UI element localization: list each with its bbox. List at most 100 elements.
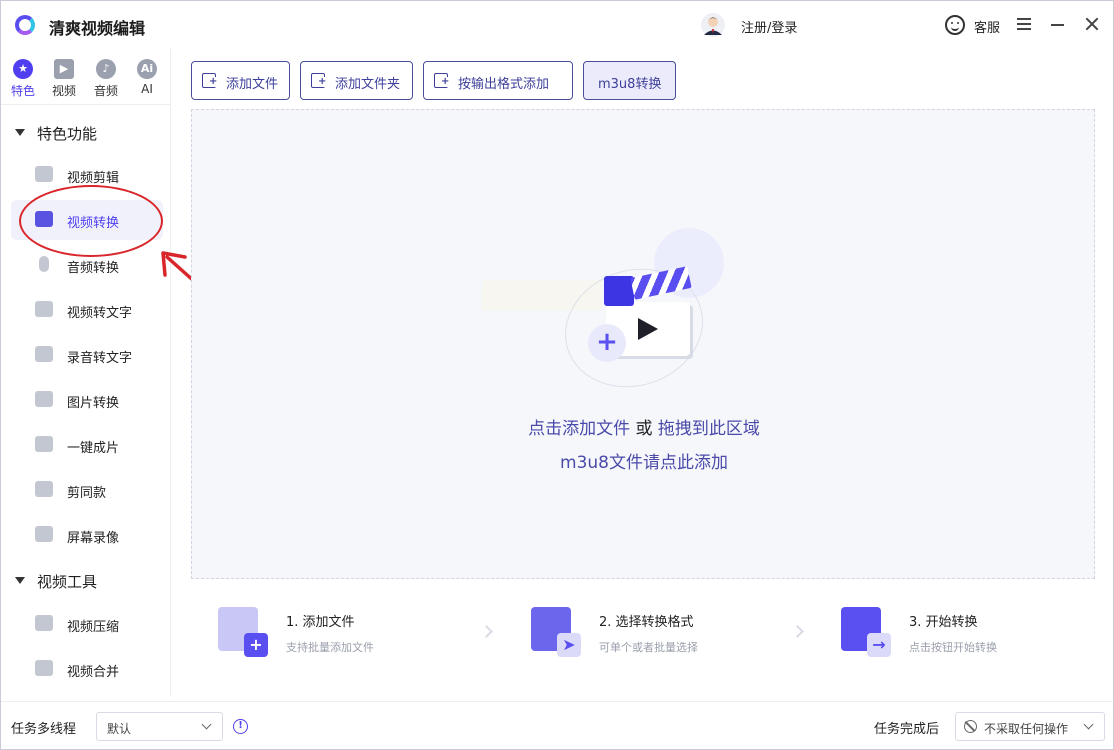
tab-video-label: 视频	[51, 84, 76, 98]
arrow-badge-icon: →	[867, 633, 891, 657]
sidebar-item-label: 剪同款	[67, 486, 107, 501]
video-to-text-icon	[35, 301, 53, 317]
sidebar-item-audio-to-text[interactable]: 录音转文字	[11, 335, 163, 375]
sidebar-item-video-compress[interactable]: 视频压缩	[11, 604, 163, 644]
step-title: 1. 添加文件	[286, 615, 355, 630]
star-icon: ★	[13, 59, 33, 79]
login-register-link[interactable]: 注册/登录	[741, 17, 797, 36]
sidebar: ★ 特色 ▶ 视频 ♪ 音频 Ai AI 特色功能 视频剪辑 视频转换 音频转换…	[1, 49, 171, 697]
customer-service-icon[interactable]	[945, 15, 965, 35]
m3u8-convert-label: m3u8转换	[598, 77, 662, 92]
sidebar-item-label: 一键成片	[67, 441, 120, 456]
multithread-value: 默认	[107, 722, 132, 736]
drag-here-text: 拖拽到此区域	[657, 419, 760, 439]
sidebar-item-label: 屏幕录像	[67, 531, 120, 546]
add-file-label: 添加文件	[226, 77, 279, 92]
or-text: 或	[635, 419, 653, 439]
close-icon[interactable]	[1085, 17, 1099, 31]
clapperboard-block	[604, 276, 634, 306]
dropzone-hint: 点击添加文件 或 拖拽到此区域	[192, 414, 1096, 439]
step-add-file: + 1. 添加文件 支持批量添加文件	[218, 605, 458, 665]
tab-featured-label: 特色	[10, 84, 35, 98]
step-chevron-icon	[480, 625, 493, 638]
sidebar-item-screen-record[interactable]: 屏幕录像	[11, 515, 163, 555]
section-featured-title: 特色功能	[37, 125, 98, 143]
add-file-icon	[202, 73, 218, 88]
step-desc: 支持批量添加文件	[286, 641, 374, 654]
step-start-convert: → 3. 开始转换 点击按钮开始转换	[841, 605, 1081, 665]
image-convert-icon	[35, 391, 53, 407]
sidebar-item-image-convert[interactable]: 图片转换	[11, 380, 163, 420]
after-complete-label: 任务完成后	[874, 722, 940, 737]
step-title: 2. 选择转换格式	[599, 615, 694, 630]
screen-record-icon	[35, 526, 53, 542]
sidebar-item-video-merge[interactable]: 视频合并	[11, 649, 163, 689]
m3u8-add-link[interactable]: m3u8文件请点此添加	[192, 448, 1096, 473]
one-click-video-icon	[35, 436, 53, 452]
ai-icon: Ai	[137, 59, 157, 79]
minimize-icon[interactable]	[1051, 24, 1064, 26]
tab-ai-label: AI	[141, 82, 153, 96]
step-chevron-icon	[791, 625, 804, 638]
customer-service-label[interactable]: 客服	[974, 17, 1000, 36]
info-icon[interactable]: !	[233, 719, 248, 734]
category-tabs: ★ 特色 ▶ 视频 ♪ 音频 Ai AI	[1, 49, 171, 105]
tab-ai[interactable]: Ai AI	[129, 59, 165, 96]
sidebar-item-label: 视频合并	[67, 665, 120, 680]
video-compress-icon	[35, 615, 53, 631]
app-logo-icon	[15, 15, 35, 35]
collapse-triangle-icon	[15, 577, 25, 584]
tab-audio[interactable]: ♪ 音频	[88, 59, 124, 99]
tab-featured[interactable]: ★ 特色	[5, 59, 41, 99]
title-bar: 清爽视频编辑 注册/登录 客服	[1, 1, 1113, 49]
add-folder-button[interactable]: 添加文件夹	[300, 61, 413, 100]
after-complete-select[interactable]: 不采取任何操作	[955, 712, 1105, 741]
app-title: 清爽视频编辑	[49, 19, 146, 38]
plus-badge-icon: +	[244, 633, 268, 657]
film-reel-icon	[35, 166, 53, 182]
video-merge-icon	[35, 660, 53, 676]
play-icon	[638, 318, 658, 340]
sidebar-item-label: 音频转换	[67, 261, 120, 276]
cursor-badge-icon: ➤	[557, 633, 581, 657]
add-by-format-label: 按输出格式添加	[458, 77, 550, 92]
audio-icon: ♪	[96, 59, 116, 79]
microphone-icon	[39, 256, 49, 272]
sidebar-item-label: 视频剪辑	[67, 171, 120, 186]
add-plus-icon[interactable]: +	[588, 324, 626, 362]
section-video-tools-header[interactable]: 视频工具	[15, 571, 97, 592]
sidebar-item-video-to-text[interactable]: 视频转文字	[11, 290, 163, 330]
sidebar-item-label: 图片转换	[67, 396, 120, 411]
file-drop-zone[interactable]: + 点击添加文件 或 拖拽到此区域 m3u8文件请点此添加	[191, 109, 1095, 579]
video-icon: ▶	[54, 59, 74, 79]
chevron-down-icon	[1083, 719, 1094, 730]
m3u8-convert-button[interactable]: m3u8转换	[583, 61, 676, 100]
sidebar-item-label: 录音转文字	[67, 351, 133, 366]
sidebar-item-template[interactable]: 剪同款	[11, 470, 163, 510]
step-select-format: ➤ 2. 选择转换格式 可单个或者批量选择	[531, 605, 771, 665]
chevron-down-icon	[201, 719, 212, 730]
sidebar-item-one-click-video[interactable]: 一键成片	[11, 425, 163, 465]
sidebar-item-label: 视频转文字	[67, 306, 133, 321]
section-featured-header[interactable]: 特色功能	[15, 123, 97, 144]
add-file-button[interactable]: 添加文件	[191, 61, 290, 100]
after-complete-value: 不采取任何操作	[984, 722, 1069, 736]
add-folder-icon	[311, 73, 327, 88]
bottom-bar: 任务多线程 默认 ! 任务完成后 不采取任何操作	[1, 701, 1113, 749]
ban-icon	[964, 720, 977, 733]
highlight-ellipse	[19, 185, 163, 257]
collapse-triangle-icon	[15, 129, 25, 136]
menu-icon[interactable]	[1017, 18, 1031, 30]
audio-to-text-icon	[35, 346, 53, 362]
add-by-format-icon	[434, 73, 450, 88]
template-icon	[35, 481, 53, 497]
step-title: 3. 开始转换	[909, 615, 978, 630]
multithread-select[interactable]: 默认	[96, 712, 223, 741]
user-avatar-icon[interactable]	[701, 13, 725, 37]
tab-video[interactable]: ▶ 视频	[46, 59, 82, 99]
step-desc: 点击按钮开始转换	[909, 641, 997, 654]
tab-audio-label: 音频	[93, 84, 118, 98]
section-video-tools-title: 视频工具	[37, 573, 98, 591]
click-add-file-link[interactable]: 点击添加文件	[528, 419, 630, 439]
add-by-format-button[interactable]: 按输出格式添加	[423, 61, 573, 100]
